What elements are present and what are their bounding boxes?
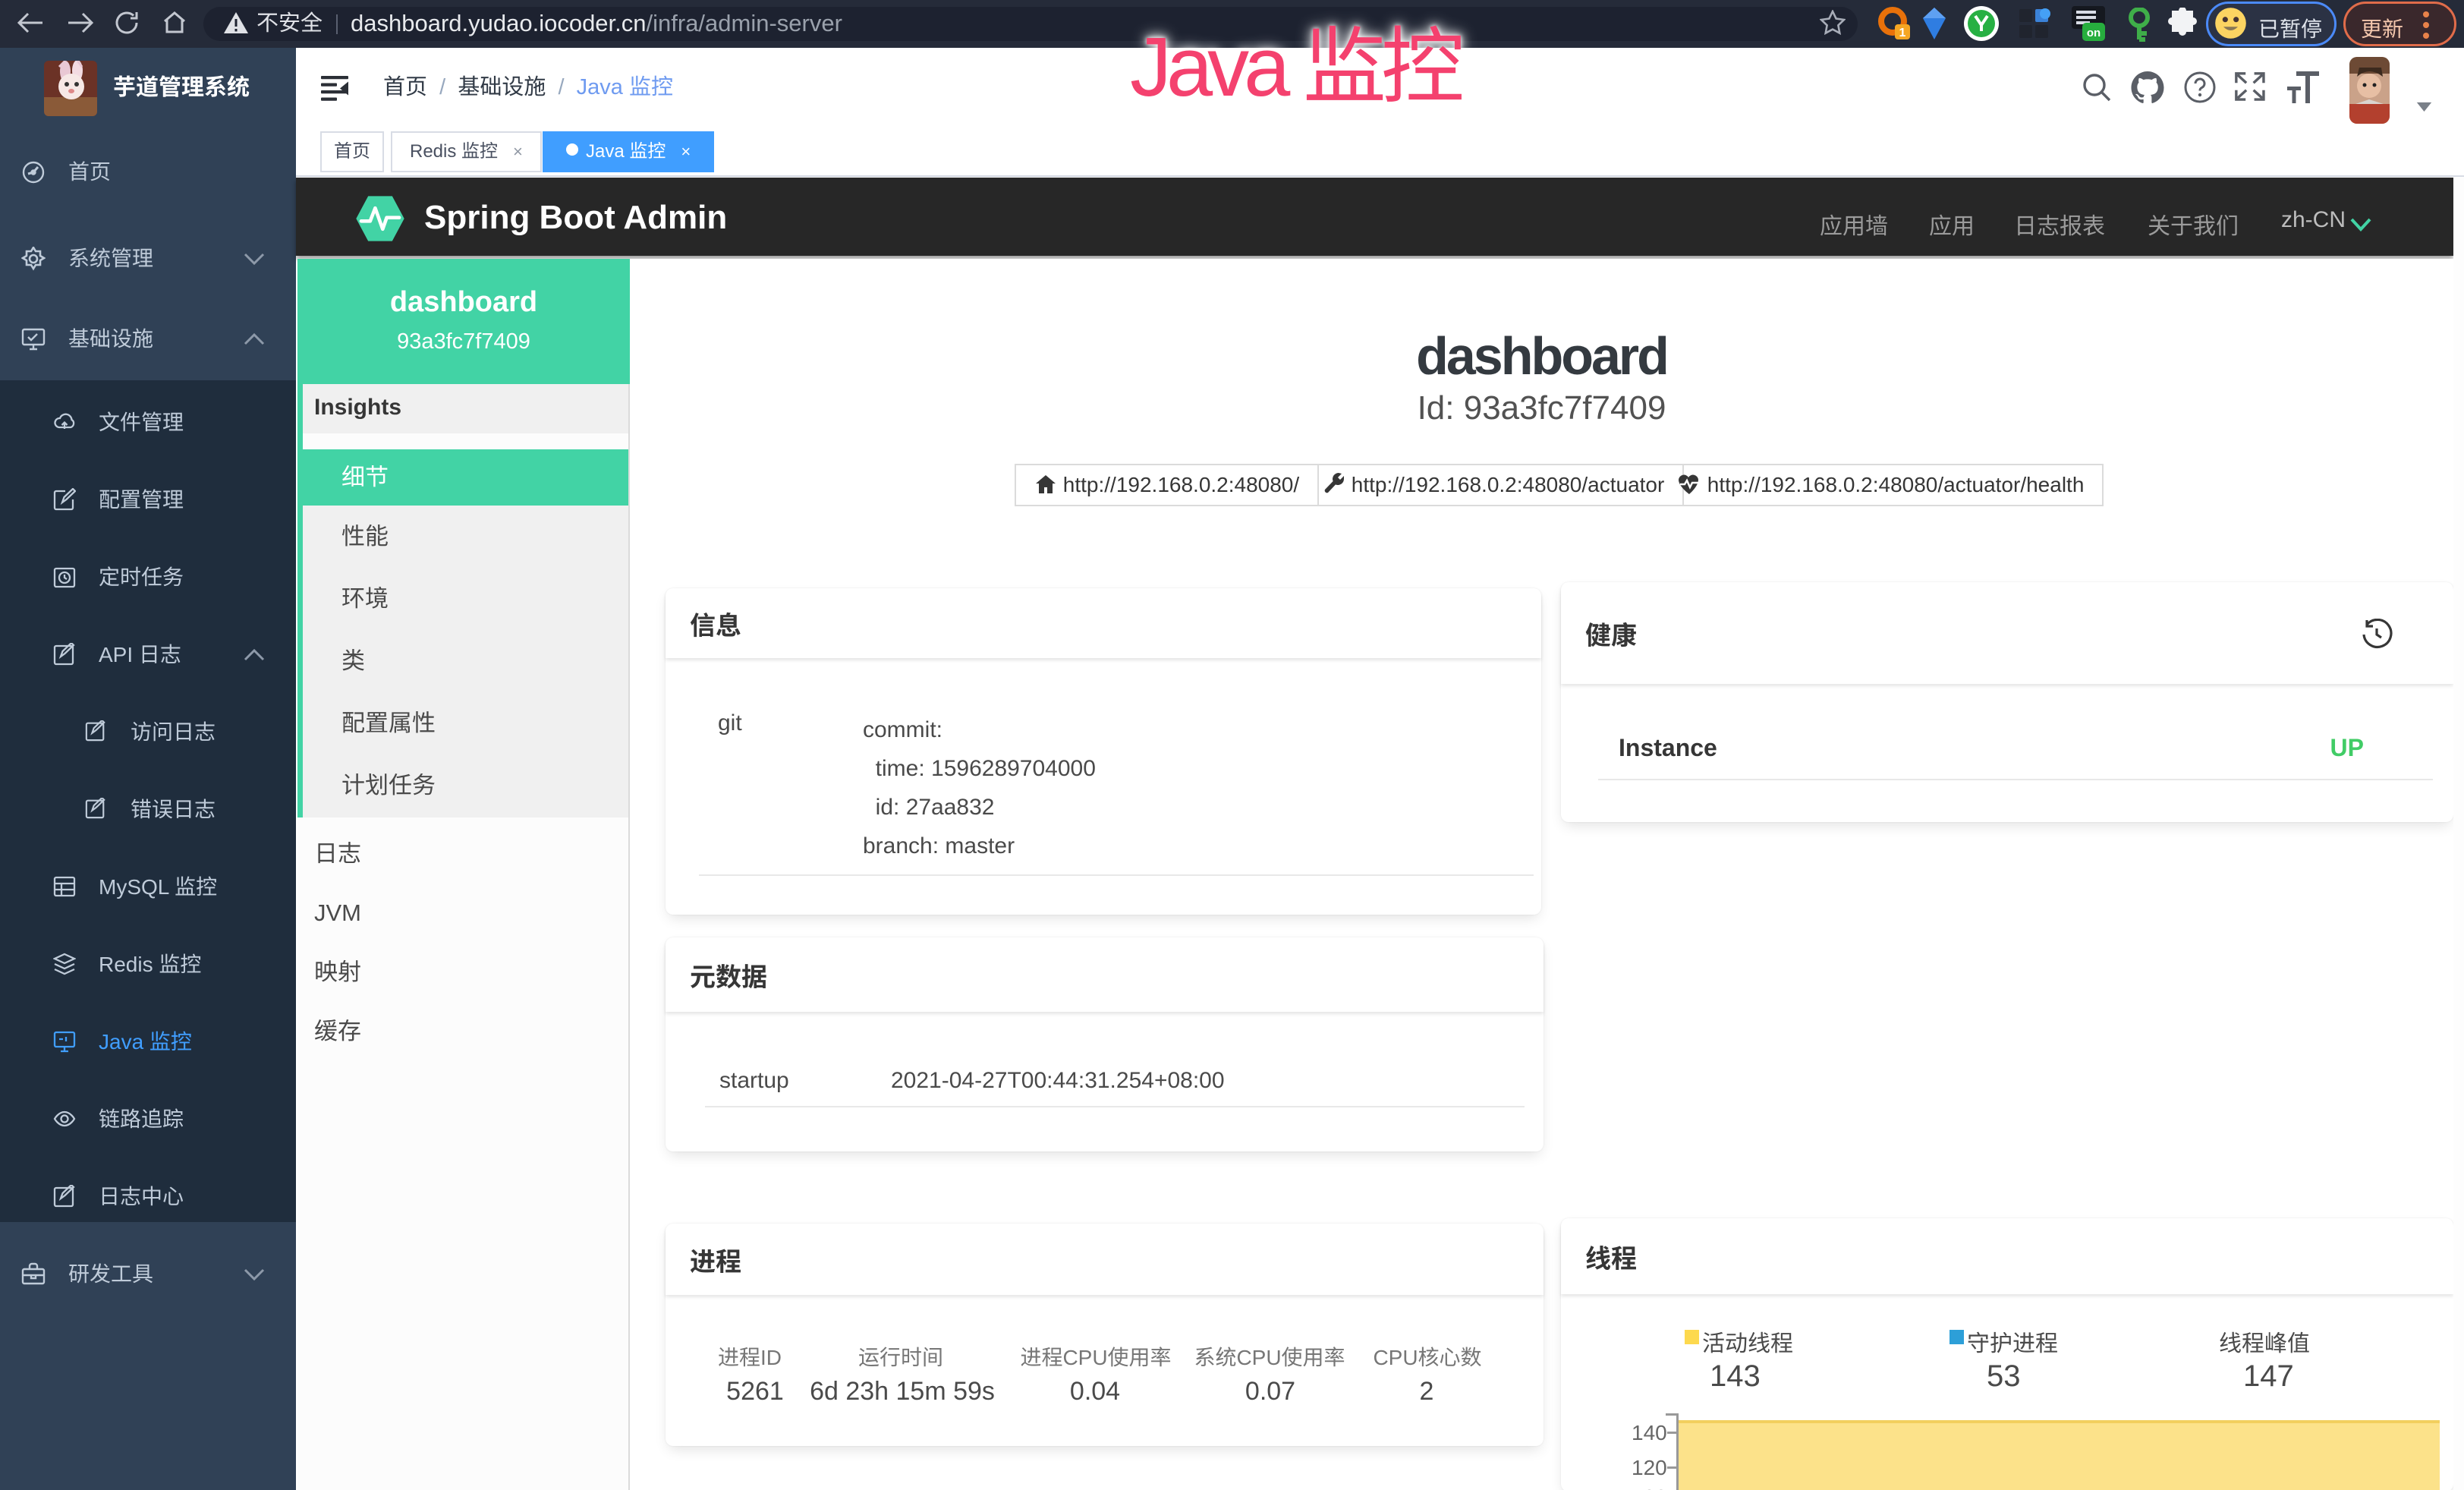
svg-text:1: 1: [1899, 27, 1906, 39]
svg-text:on: on: [2087, 27, 2101, 39]
